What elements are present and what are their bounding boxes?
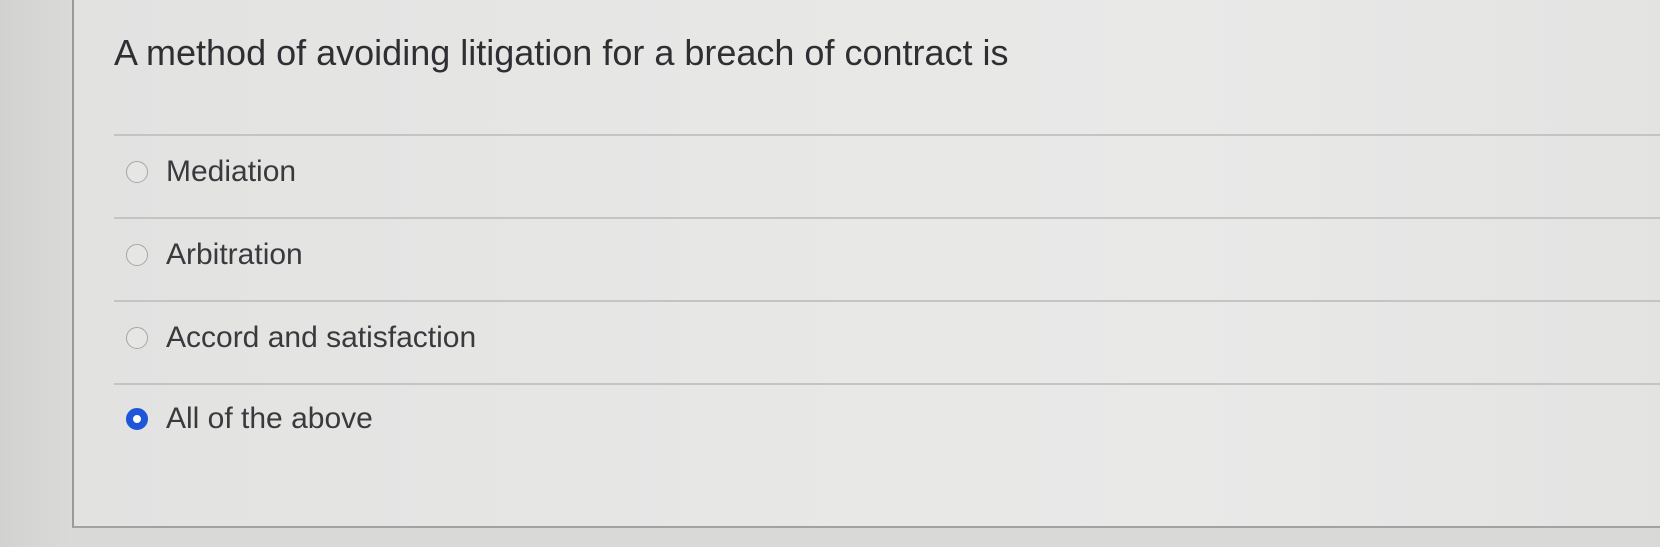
divider [114, 134, 1660, 136]
radio-all-of-the-above[interactable] [126, 408, 148, 430]
option-mediation[interactable]: Mediation [126, 150, 296, 194]
page-margin [0, 0, 72, 547]
option-all-of-the-above[interactable]: All of the above [126, 397, 373, 441]
option-label: All of the above [166, 402, 373, 435]
option-arbitration[interactable]: Arbitration [126, 233, 303, 277]
radio-mediation[interactable] [126, 161, 148, 183]
divider [114, 383, 1660, 385]
radio-accord-and-satisfaction[interactable] [126, 327, 148, 349]
divider [114, 300, 1660, 302]
question-card: A method of avoiding litigation for a br… [72, 0, 1660, 528]
radio-arbitration[interactable] [126, 244, 148, 266]
option-accord-and-satisfaction[interactable]: Accord and satisfaction [126, 316, 476, 360]
divider [114, 217, 1660, 219]
option-label: Mediation [166, 155, 297, 188]
option-label: Arbitration [166, 238, 303, 271]
option-label: Accord and satisfaction [166, 321, 477, 354]
question-text: A method of avoiding litigation for a br… [114, 32, 1009, 73]
